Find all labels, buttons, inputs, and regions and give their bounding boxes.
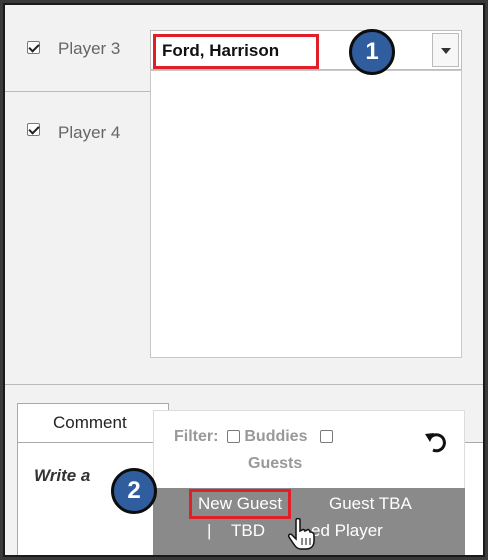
row-divider	[5, 91, 150, 92]
guests-label: Guests	[248, 455, 303, 472]
new-guest-link[interactable]: New Guest	[189, 489, 292, 519]
player3-label: Player 3	[58, 39, 121, 58]
row-divider-bottom	[5, 384, 483, 385]
filter-row: Filter: Buddies	[174, 428, 333, 446]
player4-label: Player 4	[58, 123, 121, 142]
hand-pointer-icon	[288, 518, 315, 550]
player-assignment-panel: Player 3 Ford, Harrison 1 Player 4 Comme…	[3, 3, 485, 557]
guest-tba-link[interactable]: Guest TBA	[329, 494, 412, 514]
step-2-badge: 2	[111, 468, 157, 514]
tab-comment[interactable]: Comment	[17, 403, 169, 443]
player3-selected-value[interactable]: Ford, Harrison	[153, 34, 319, 69]
tbd-link[interactable]: TBD	[231, 521, 265, 541]
guests-checkbox[interactable]	[319, 430, 333, 443]
player3-checkbox[interactable]	[27, 41, 40, 54]
guest-filter-popup: Filter: Buddies Guests	[153, 410, 465, 490]
comment-placeholder: Write a	[34, 466, 91, 485]
player3-combobox[interactable]: Ford, Harrison	[150, 30, 462, 70]
player-dropdown-list[interactable]	[150, 70, 462, 358]
buddies-checkbox[interactable]	[226, 430, 240, 443]
step-1-badge: 1	[349, 29, 395, 75]
player4-checkbox[interactable]	[27, 123, 40, 136]
buddies-label: Buddies	[244, 428, 308, 445]
filter-label: Filter:	[174, 428, 219, 445]
undo-icon[interactable]	[424, 429, 450, 455]
guest-options-bar: New Guest Guest TBA | TBD ed Player	[153, 488, 465, 555]
named-player-link[interactable]: ed Player	[311, 521, 383, 541]
chevron-down-icon[interactable]	[432, 33, 459, 67]
separator-text: |	[207, 521, 212, 540]
